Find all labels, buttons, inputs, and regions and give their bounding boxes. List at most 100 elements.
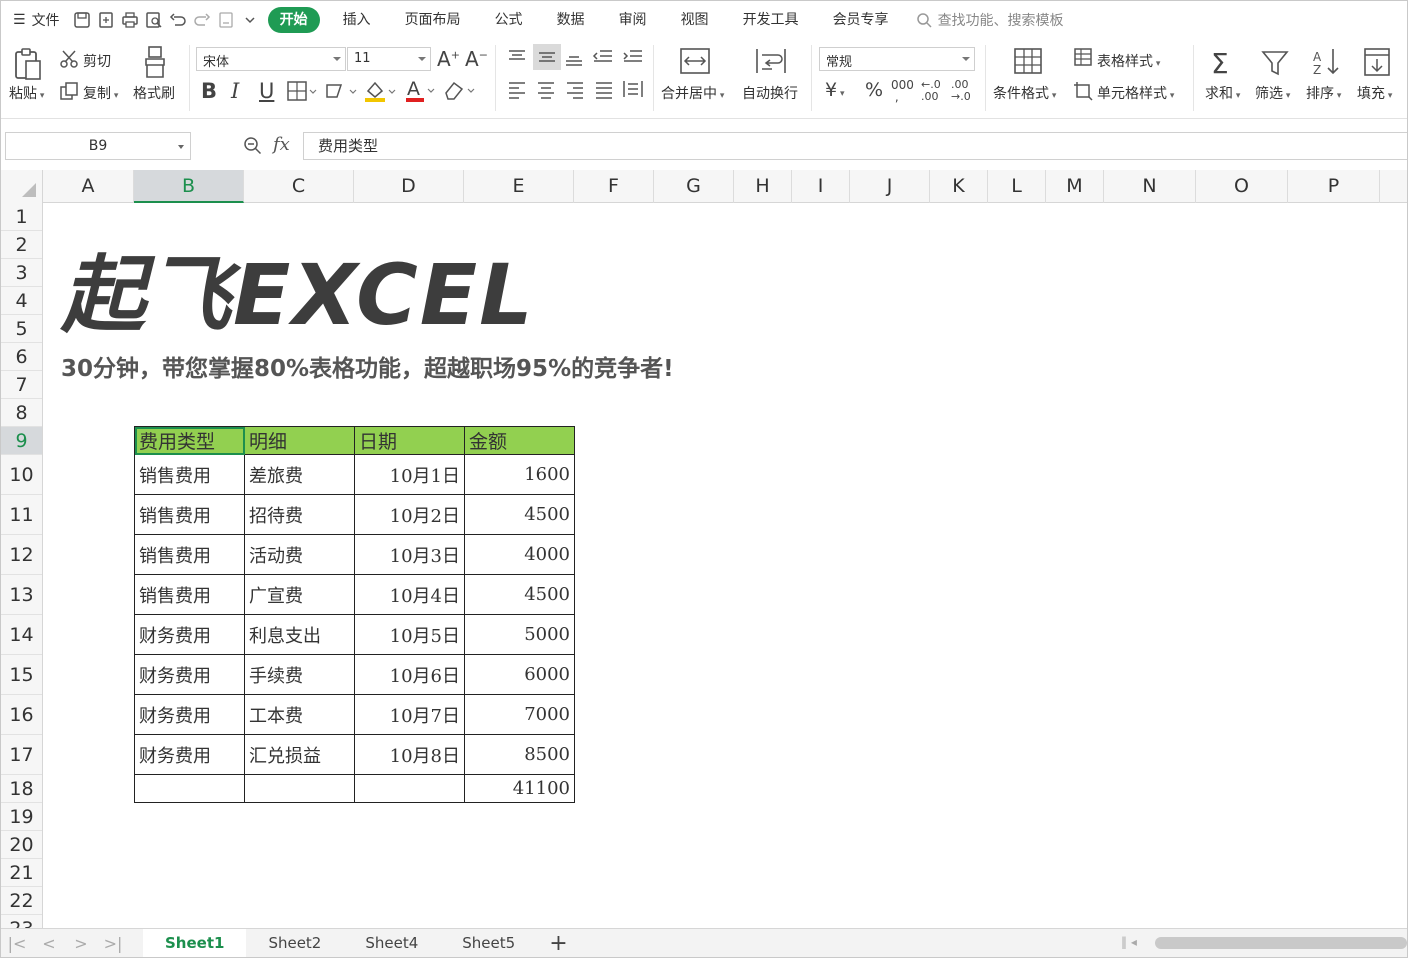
row-header-6[interactable]: 6 bbox=[1, 343, 42, 371]
print-preview-icon[interactable] bbox=[142, 8, 166, 32]
tab-view[interactable]: 视图 bbox=[664, 1, 726, 39]
merge-center-button[interactable]: 合并居中 ▾ bbox=[661, 83, 724, 103]
column-header-m[interactable]: M bbox=[1046, 170, 1104, 203]
cell-format-icon[interactable] bbox=[325, 81, 357, 101]
row-header-19[interactable]: 19 bbox=[1, 803, 42, 831]
currency-icon[interactable]: ¥ ▾ bbox=[825, 79, 844, 101]
tab-insert[interactable]: 插入 bbox=[326, 1, 388, 39]
column-header-h[interactable]: H bbox=[734, 170, 792, 203]
cell-amount[interactable]: 4500 bbox=[464, 494, 575, 535]
first-sheet-icon[interactable]: |< bbox=[1, 934, 33, 953]
prev-sheet-icon[interactable]: < bbox=[33, 934, 65, 953]
decrease-indent-icon[interactable] bbox=[592, 49, 614, 65]
row-header-9[interactable]: 9 bbox=[1, 427, 42, 455]
header-cell-amount[interactable]: 金额 bbox=[464, 426, 575, 455]
justify-icon[interactable] bbox=[594, 81, 614, 99]
row-header-22[interactable]: 22 bbox=[1, 887, 42, 915]
sheet-tab-4[interactable]: Sheet4 bbox=[343, 929, 440, 957]
column-header-k[interactable]: K bbox=[930, 170, 988, 203]
increase-font-icon[interactable]: A+ bbox=[437, 47, 460, 71]
tab-formulas[interactable]: 公式 bbox=[478, 1, 540, 39]
save-icon[interactable] bbox=[70, 8, 94, 32]
cell-detail[interactable]: 招待费 bbox=[244, 494, 355, 535]
cell-date[interactable]: 10月5日 bbox=[354, 614, 465, 655]
format-painter-button[interactable]: 格式刷 bbox=[133, 83, 175, 103]
row-header-11[interactable]: 11 bbox=[1, 495, 42, 535]
font-size-select[interactable]: 11 bbox=[347, 47, 431, 71]
increase-decimal-icon[interactable]: ←.0.00 bbox=[921, 79, 941, 103]
header-cell-detail[interactable]: 明细 bbox=[244, 426, 355, 455]
column-header-d[interactable]: D bbox=[354, 170, 464, 203]
formula-input[interactable]: 费用类型 bbox=[303, 132, 1407, 160]
font-color-icon[interactable]: A bbox=[404, 77, 438, 103]
row-header-14[interactable]: 14 bbox=[1, 615, 42, 655]
align-left-icon[interactable] bbox=[507, 81, 527, 99]
row-header-12[interactable]: 12 bbox=[1, 535, 42, 575]
row-header-15[interactable]: 15 bbox=[1, 655, 42, 695]
redo-icon[interactable] bbox=[190, 8, 214, 32]
filter-icon[interactable] bbox=[1261, 49, 1289, 77]
distributed-align-icon[interactable] bbox=[622, 79, 644, 99]
column-header-j[interactable]: J bbox=[850, 170, 930, 203]
filter-button[interactable]: 筛选 ▾ bbox=[1255, 83, 1290, 103]
paste-icon[interactable] bbox=[13, 47, 43, 81]
cell-amount[interactable]: 5000 bbox=[464, 614, 575, 655]
cell-amount[interactable]: 8500 bbox=[464, 734, 575, 775]
align-middle-icon[interactable] bbox=[533, 44, 561, 70]
sum-button[interactable]: 求和 ▾ bbox=[1205, 83, 1240, 103]
column-header-p[interactable]: P bbox=[1288, 170, 1380, 203]
undo-icon[interactable] bbox=[166, 8, 190, 32]
tab-home[interactable]: 开始 bbox=[267, 7, 320, 33]
tab-review[interactable]: 审阅 bbox=[602, 1, 664, 39]
zoom-formula-icon[interactable] bbox=[243, 136, 263, 160]
row-header-20[interactable]: 20 bbox=[1, 831, 42, 859]
column-header-o[interactable]: O bbox=[1196, 170, 1288, 203]
paste-button[interactable]: 粘贴 ▾ bbox=[9, 83, 44, 103]
row-header-23[interactable]: 23 bbox=[1, 915, 42, 928]
last-sheet-icon[interactable]: >| bbox=[97, 934, 129, 953]
cell-type[interactable]: 销售费用 bbox=[134, 534, 245, 575]
insert-function-button[interactable]: fx bbox=[273, 134, 290, 155]
cell-date[interactable]: 10月1日 bbox=[354, 454, 465, 495]
cell-amount[interactable]: 7000 bbox=[464, 694, 575, 735]
cell-detail[interactable]: 利息支出 bbox=[244, 614, 355, 655]
sheet-tab-1[interactable]: Sheet1 bbox=[143, 929, 247, 957]
format-painter-icon[interactable] bbox=[141, 45, 169, 79]
tab-member[interactable]: 会员专享 bbox=[816, 1, 906, 39]
align-top-icon[interactable] bbox=[507, 49, 527, 65]
cell-empty[interactable] bbox=[134, 774, 245, 803]
row-header-7[interactable]: 7 bbox=[1, 371, 42, 399]
row-header-10[interactable]: 10 bbox=[1, 455, 42, 495]
export-pdf-icon[interactable] bbox=[94, 8, 118, 32]
cell-date[interactable]: 10月6日 bbox=[354, 654, 465, 695]
border-icon[interactable] bbox=[287, 81, 317, 101]
cell-type[interactable]: 财务费用 bbox=[134, 694, 245, 735]
spellcheck-icon[interactable] bbox=[214, 8, 238, 32]
scroll-left-icon[interactable]: ‖ ◂ bbox=[1121, 935, 1137, 949]
column-header-b[interactable]: B bbox=[134, 170, 244, 203]
function-search[interactable]: 查找功能、搜索模板 bbox=[916, 10, 1064, 30]
cell-detail[interactable]: 工本费 bbox=[244, 694, 355, 735]
sheet-canvas[interactable]: 起飞EXCEL 30分钟，带您掌握80%表格功能，超越职场95%的竞争者! 费用… bbox=[43, 203, 1407, 928]
cell-date[interactable]: 10月4日 bbox=[354, 574, 465, 615]
cell-empty[interactable] bbox=[354, 774, 465, 803]
cell-style-icon[interactable] bbox=[1073, 81, 1093, 101]
column-header-g[interactable]: G bbox=[654, 170, 734, 203]
cell-date[interactable]: 10月2日 bbox=[354, 494, 465, 535]
header-cell-expense-type[interactable]: 费用类型 bbox=[134, 426, 245, 455]
tab-data[interactable]: 数据 bbox=[540, 1, 602, 39]
cell-type[interactable]: 财务费用 bbox=[134, 654, 245, 695]
row-header-13[interactable]: 13 bbox=[1, 575, 42, 615]
next-sheet-icon[interactable]: > bbox=[65, 934, 97, 953]
cell-date[interactable]: 10月8日 bbox=[354, 734, 465, 775]
add-sheet-icon[interactable]: + bbox=[537, 931, 579, 956]
decrease-decimal-icon[interactable]: .00 →.0 bbox=[951, 79, 971, 103]
align-right-icon[interactable] bbox=[565, 81, 585, 99]
cell-type[interactable]: 财务费用 bbox=[134, 614, 245, 655]
column-header-a[interactable]: A bbox=[43, 170, 134, 203]
row-header-17[interactable]: 17 bbox=[1, 735, 42, 775]
horizontal-scrollbar[interactable]: ‖ ◂ bbox=[1121, 935, 1407, 951]
underline-icon[interactable]: U bbox=[259, 79, 274, 103]
copy-button[interactable]: 复制 ▾ bbox=[83, 83, 118, 103]
conditional-format-button[interactable]: 条件格式 ▾ bbox=[993, 83, 1056, 103]
